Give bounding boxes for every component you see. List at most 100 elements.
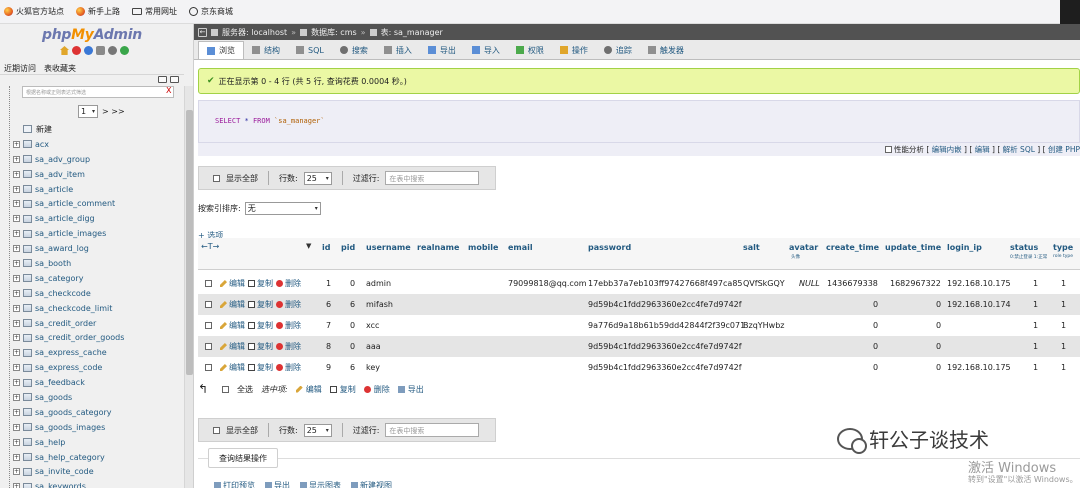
cell-update-time[interactable]: 0 — [936, 363, 941, 372]
cell-password[interactable]: 9d59b4c1fdd2963360e2cc4fe7d9742f — [588, 300, 742, 309]
cell-salt[interactable]: QVfSkGQY — [743, 279, 785, 288]
print-preview-link[interactable]: 打印预览 — [214, 480, 255, 488]
cell-type[interactable]: 1 — [1061, 342, 1066, 351]
cell-username[interactable]: xcc — [366, 321, 379, 330]
export-link[interactable]: 导出 — [265, 480, 290, 488]
row-delete-button[interactable]: 删除 — [276, 278, 301, 289]
cell-status[interactable]: 1 — [1033, 363, 1038, 372]
tab-privileges[interactable]: 权限 — [508, 41, 552, 59]
row-checkbox[interactable] — [205, 322, 212, 329]
favorites-tab[interactable]: 表收藏夹 — [44, 63, 76, 74]
tab-import[interactable]: 导入 — [464, 41, 508, 59]
column-header-create-time[interactable]: create_time — [826, 243, 879, 252]
expand-icon[interactable]: + — [13, 274, 20, 282]
link-with-main-icon[interactable] — [170, 76, 179, 83]
cell-id[interactable]: 9 — [326, 363, 331, 372]
back-arrow-icon[interactable]: ← — [198, 27, 207, 37]
expand-icon[interactable]: + — [13, 408, 20, 416]
bookmark-firefox-site[interactable]: 火狐官方站点 — [4, 6, 64, 17]
bulk-edit-button[interactable]: 编辑 — [295, 384, 322, 395]
expand-icon[interactable]: + — [13, 393, 20, 401]
bulk-export-button[interactable]: 导出 — [397, 384, 424, 395]
cell-status[interactable]: 1 — [1033, 321, 1038, 330]
cell-username[interactable]: aaa — [366, 342, 381, 351]
filter-clear-icon[interactable]: X — [166, 86, 171, 95]
column-header-password[interactable]: password — [588, 243, 631, 252]
cell-update-time[interactable]: 0 — [936, 321, 941, 330]
cell-id[interactable]: 6 — [326, 300, 331, 309]
expand-icon[interactable]: + — [13, 185, 20, 193]
column-arrows-icon[interactable]: ←T→ — [201, 242, 219, 251]
cell-create-time[interactable]: 0 — [873, 363, 878, 372]
breadcrumb-server[interactable]: 服务器: localhost — [222, 27, 287, 38]
sidebar-table-item[interactable]: + sa_help — [13, 435, 183, 450]
cell-salt[interactable]: BzqYHwbz — [743, 321, 785, 330]
reload-icon[interactable] — [120, 46, 129, 55]
sidebar-table-item[interactable]: + sa_help_category — [13, 450, 183, 465]
bookmark-getting-started[interactable]: 新手上路 — [76, 6, 120, 17]
cell-type[interactable]: 1 — [1061, 321, 1066, 330]
logout-icon[interactable] — [72, 46, 81, 55]
row-edit-button[interactable]: 编辑 — [220, 299, 245, 310]
expand-icon[interactable]: + — [13, 289, 20, 297]
expand-icon[interactable]: + — [13, 155, 20, 163]
column-header-salt[interactable]: salt — [743, 243, 760, 252]
sidebar-table-item[interactable]: + sa_keywords — [13, 479, 183, 488]
row-checkbox[interactable] — [205, 343, 212, 350]
expand-icon[interactable]: + — [13, 334, 20, 342]
expand-icon[interactable]: + — [13, 319, 20, 327]
cell-id[interactable]: 7 — [326, 321, 331, 330]
sidebar-table-item[interactable]: + sa_feedback — [13, 375, 183, 390]
breadcrumb-database[interactable]: 数据库: cms — [311, 27, 357, 38]
show-all-checkbox[interactable] — [213, 174, 220, 182]
cell-password[interactable]: 9d59b4c1fdd2963360e2cc4fe7d9742f — [588, 363, 742, 372]
cell-password[interactable]: 9a776d9a18b61b59dd42844f2f39c071 — [588, 321, 745, 330]
sidebar-table-item[interactable]: + sa_credit_order_goods — [13, 330, 183, 345]
filter-rows-input[interactable]: 在表中搜索 — [385, 423, 480, 437]
cell-type[interactable]: 1 — [1061, 279, 1066, 288]
sidebar-table-item[interactable]: + sa_express_cache — [13, 345, 183, 360]
cell-username[interactable]: key — [366, 363, 380, 372]
tab-browse[interactable]: 浏览 — [198, 41, 244, 59]
inline-edit-link[interactable]: 编辑内嵌 — [932, 144, 962, 155]
cell-update-time[interactable]: 1682967322 — [890, 279, 941, 288]
expand-icon[interactable]: + — [13, 230, 20, 238]
column-header-avatar[interactable]: avatar — [789, 243, 818, 252]
cell-login-ip[interactable]: 192.168.10.175 — [947, 279, 1011, 288]
tab-operations[interactable]: 操作 — [552, 41, 596, 59]
select-all-checkbox[interactable] — [222, 385, 229, 393]
row-copy-button[interactable]: 复制 — [248, 320, 273, 331]
column-header-mobile[interactable]: mobile — [468, 243, 498, 252]
breadcrumb-table[interactable]: 表: sa_manager — [381, 27, 443, 38]
expand-icon[interactable]: + — [13, 438, 20, 446]
column-header-realname[interactable]: realname — [417, 243, 459, 252]
tab-sql[interactable]: SQL — [288, 41, 332, 59]
expand-icon[interactable]: + — [13, 140, 20, 148]
tab-tracking[interactable]: 追踪 — [596, 41, 640, 59]
sidebar-table-item[interactable]: + sa_adv_group — [13, 152, 183, 167]
cell-id[interactable]: 8 — [326, 342, 331, 351]
row-checkbox[interactable] — [205, 280, 212, 287]
cell-type[interactable]: 1 — [1061, 300, 1066, 309]
display-chart-link[interactable]: 显示图表 — [300, 480, 341, 488]
expand-icon[interactable]: + — [13, 245, 20, 253]
cell-type[interactable]: 1 — [1061, 363, 1066, 372]
cell-username[interactable]: mifash — [366, 300, 393, 309]
expand-icon[interactable]: + — [13, 483, 20, 488]
row-edit-button[interactable]: 编辑 — [220, 278, 245, 289]
sidebar-table-item[interactable]: + acx — [13, 137, 183, 152]
row-delete-button[interactable]: 删除 — [276, 299, 301, 310]
gear-icon[interactable] — [108, 46, 117, 55]
sort-select[interactable]: 无 ▾ — [244, 202, 321, 215]
column-header-pid[interactable]: pid — [341, 243, 355, 252]
edit-sql-link[interactable]: 编辑 — [975, 144, 990, 155]
sidebar-table-item[interactable]: + sa_checkcode_limit — [13, 301, 183, 316]
row-delete-button[interactable]: 删除 — [276, 362, 301, 373]
sidebar-scrollbar-thumb[interactable] — [186, 110, 193, 375]
expand-icon[interactable]: + — [13, 215, 20, 223]
row-copy-button[interactable]: 复制 — [248, 341, 273, 352]
bookmark-folder-common[interactable]: 常用网址 — [132, 6, 177, 17]
phpmyadmin-logo[interactable]: phpMyAdmin — [0, 24, 184, 60]
cell-password[interactable]: 17ebb37a7eb103ff97427668f497ca85 — [588, 279, 743, 288]
sidebar-table-item[interactable]: + sa_booth — [13, 256, 183, 271]
